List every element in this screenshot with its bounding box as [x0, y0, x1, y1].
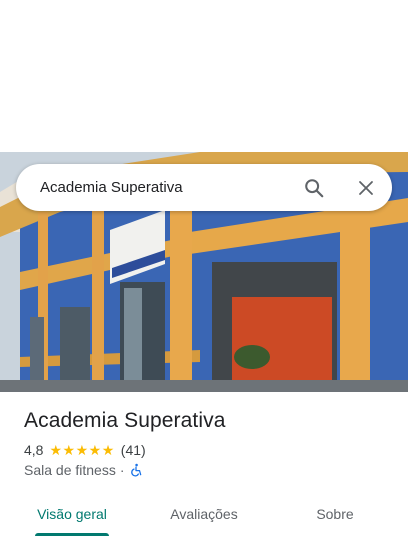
search-input[interactable]: Academia Superativa — [40, 179, 294, 196]
separator: · — [119, 462, 125, 478]
star-icon: ★ — [75, 442, 89, 458]
tab-label: Visão geral — [37, 506, 107, 522]
tab-label: Avaliações — [170, 506, 238, 522]
search-icon — [305, 178, 324, 197]
tab-overview[interactable]: Visão geral — [35, 492, 109, 536]
tab-reviews[interactable]: Avaliações — [166, 492, 242, 536]
active-tab-indicator — [35, 533, 109, 536]
category-row: Sala de fitness · — [24, 462, 394, 478]
rating-row[interactable]: 4,8 ★ ★ ★ ★ ★ (41) — [24, 442, 394, 458]
star-icon: ★ — [62, 442, 76, 458]
star-icon: ★ — [88, 442, 102, 458]
place-info: Academia Superativa 4,8 ★ ★ ★ ★ ★ (41) S… — [24, 406, 394, 478]
tab-about[interactable]: Sobre — [314, 492, 356, 536]
search-button[interactable] — [294, 168, 334, 208]
place-title: Academia Superativa — [24, 409, 226, 432]
star-icon: ★ — [101, 442, 115, 458]
star-icon: ★ — [49, 442, 63, 458]
rating-value: 4,8 — [24, 442, 44, 458]
review-count[interactable]: (41) — [121, 442, 146, 458]
place-category: Sala de fitness — [24, 462, 116, 478]
tab-label: Sobre — [316, 506, 354, 522]
place-tabs: Visão geral Avaliações Sobre — [0, 492, 408, 536]
wheelchair-icon — [130, 463, 141, 477]
star-rating: ★ ★ ★ ★ ★ — [49, 443, 114, 457]
close-icon — [359, 180, 373, 195]
search-box[interactable]: Academia Superativa — [16, 164, 392, 211]
close-button[interactable] — [346, 168, 386, 208]
